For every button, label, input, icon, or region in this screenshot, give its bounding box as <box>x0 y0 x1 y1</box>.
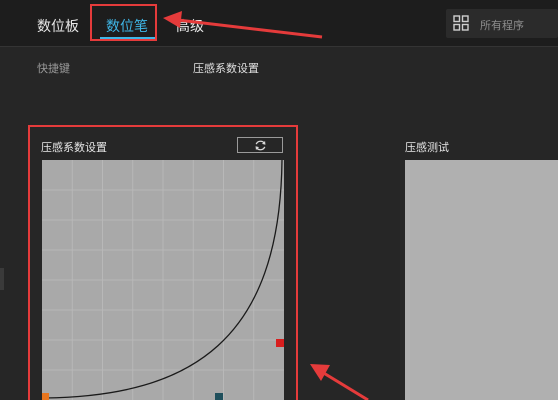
program-selector[interactable]: 所有程序 <box>446 9 558 38</box>
arrow-to-curve <box>310 364 369 400</box>
curve-start-handle[interactable] <box>42 393 49 400</box>
subtab-shortcut[interactable]: 快捷键 <box>37 60 70 76</box>
top-navigation-bar: 数位板 数位笔 高级 所有程序 <box>0 0 558 47</box>
pressure-test-title: 压感测试 <box>405 142 449 154</box>
grid-icon <box>453 15 469 31</box>
left-edge-handle <box>0 268 4 290</box>
curve-control-handle[interactable] <box>215 393 223 400</box>
tab-highlight-annotation <box>90 4 157 41</box>
refresh-icon <box>255 140 266 151</box>
pressure-panel-title: 压感系数设置 <box>41 142 107 154</box>
subtab-pressure-settings[interactable]: 压感系数设置 <box>193 60 259 76</box>
program-selector-label: 所有程序 <box>480 20 524 32</box>
pressure-curve-editor[interactable] <box>42 160 284 400</box>
tab-tablet[interactable]: 数位板 <box>37 16 79 36</box>
pressure-test-canvas[interactable] <box>405 160 558 400</box>
tab-advanced[interactable]: 高级 <box>176 16 204 36</box>
curve-max-handle[interactable] <box>276 339 284 347</box>
reset-curve-button[interactable] <box>237 137 283 153</box>
